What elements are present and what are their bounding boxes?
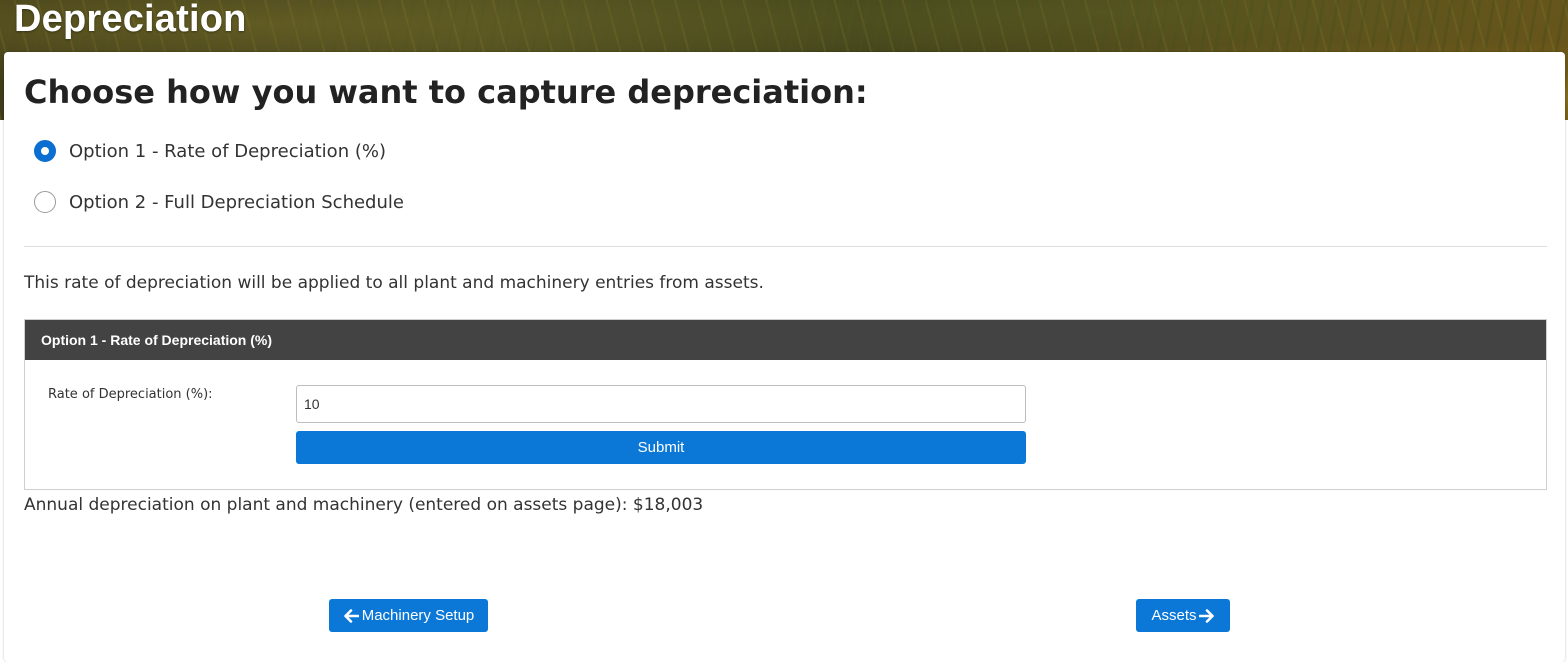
arrow-left-icon bbox=[343, 608, 359, 623]
option-1-radio[interactable]: Option 1 - Rate of Depreciation (%) bbox=[34, 140, 386, 162]
rate-input[interactable] bbox=[296, 385, 1026, 423]
description-text: This rate of depreciation will be applie… bbox=[24, 273, 764, 293]
divider bbox=[24, 246, 1547, 247]
radio-unselected-icon[interactable] bbox=[34, 191, 56, 213]
rate-field-label: Rate of Depreciation (%): bbox=[48, 387, 213, 402]
section-heading: Choose how you want to capture depreciat… bbox=[24, 73, 868, 111]
machinery-setup-button[interactable]: Machinery Setup bbox=[329, 599, 488, 632]
rate-panel: Option 1 - Rate of Depreciation (%) Rate… bbox=[24, 319, 1547, 490]
option-2-label[interactable]: Option 2 - Full Depreciation Schedule bbox=[69, 192, 404, 213]
panel-header: Option 1 - Rate of Depreciation (%) bbox=[25, 320, 1546, 360]
assets-button[interactable]: Assets bbox=[1136, 599, 1230, 632]
option-1-label[interactable]: Option 1 - Rate of Depreciation (%) bbox=[69, 141, 386, 162]
arrow-right-icon bbox=[1198, 608, 1214, 623]
option-2-radio[interactable]: Option 2 - Full Depreciation Schedule bbox=[34, 191, 404, 213]
assets-label: Assets bbox=[1151, 607, 1197, 624]
annual-depreciation-text: Annual depreciation on plant and machine… bbox=[24, 495, 704, 515]
machinery-setup-label: Machinery Setup bbox=[361, 607, 475, 624]
page-title: Depreciation bbox=[14, 0, 247, 40]
radio-selected-icon[interactable] bbox=[34, 140, 56, 162]
submit-button[interactable]: Submit bbox=[296, 431, 1026, 464]
